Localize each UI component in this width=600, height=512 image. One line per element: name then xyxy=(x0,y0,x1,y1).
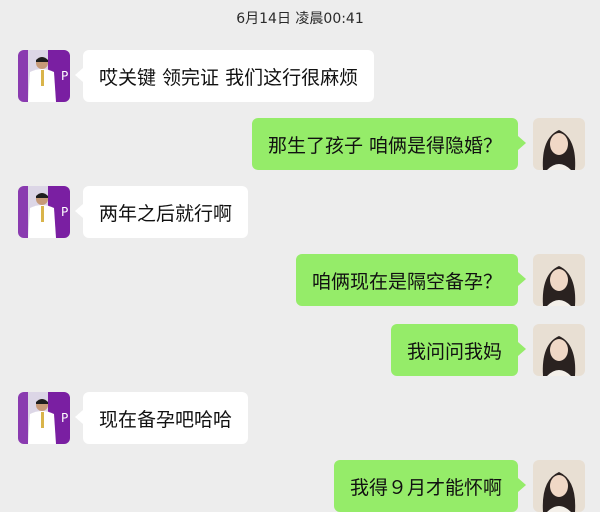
self-avatar[interactable] xyxy=(533,254,585,306)
chat-timestamp: 6月14日 凌晨00:41 xyxy=(236,11,364,27)
woman-avatar-icon xyxy=(533,254,585,306)
message-text: 两年之后就行啊 xyxy=(99,202,233,225)
message-bubble-sent[interactable]: 咱俩现在是隔空备孕？ xyxy=(295,254,527,306)
woman-avatar-icon xyxy=(533,460,585,512)
self-avatar[interactable] xyxy=(533,118,585,170)
message-bubble-sent[interactable]: 我得９月才能怀啊 xyxy=(333,460,527,512)
avatar-badge-text: P xyxy=(61,205,68,219)
message-text: 那生了孩子 咱俩是得隐婚？ xyxy=(267,134,502,157)
avatar-badge-text: P xyxy=(61,411,68,425)
self-avatar[interactable] xyxy=(533,324,585,376)
contact-avatar[interactable]: P xyxy=(18,186,70,238)
message-bubble-sent[interactable]: 我问问我妈 xyxy=(390,324,527,376)
man-avatar-icon: P xyxy=(18,392,70,444)
self-avatar[interactable] xyxy=(533,460,585,512)
avatar-badge-text: P xyxy=(61,69,68,83)
man-avatar-icon: P xyxy=(18,50,70,102)
message-bubble-received[interactable]: 哎关键 领完证 我们这行很麻烦 xyxy=(74,50,375,102)
message-text: 我问问我妈 xyxy=(406,340,502,363)
man-avatar-icon: P xyxy=(18,186,70,238)
contact-avatar[interactable]: P xyxy=(18,392,70,444)
woman-avatar-icon xyxy=(533,118,585,170)
contact-avatar[interactable]: P xyxy=(18,50,70,102)
message-text: 哎关键 领完证 我们这行很麻烦 xyxy=(99,66,359,89)
message-text: 我得９月才能怀啊 xyxy=(349,476,502,499)
message-bubble-received[interactable]: 两年之后就行啊 xyxy=(74,186,249,238)
woman-avatar-icon xyxy=(533,324,585,376)
message-bubble-received[interactable]: 现在备孕吧哈哈 xyxy=(74,392,249,444)
message-text: 现在备孕吧哈哈 xyxy=(99,408,233,431)
message-bubble-sent[interactable]: 那生了孩子 咱俩是得隐婚？ xyxy=(251,118,527,170)
message-text: 咱俩现在是隔空备孕？ xyxy=(311,270,502,293)
